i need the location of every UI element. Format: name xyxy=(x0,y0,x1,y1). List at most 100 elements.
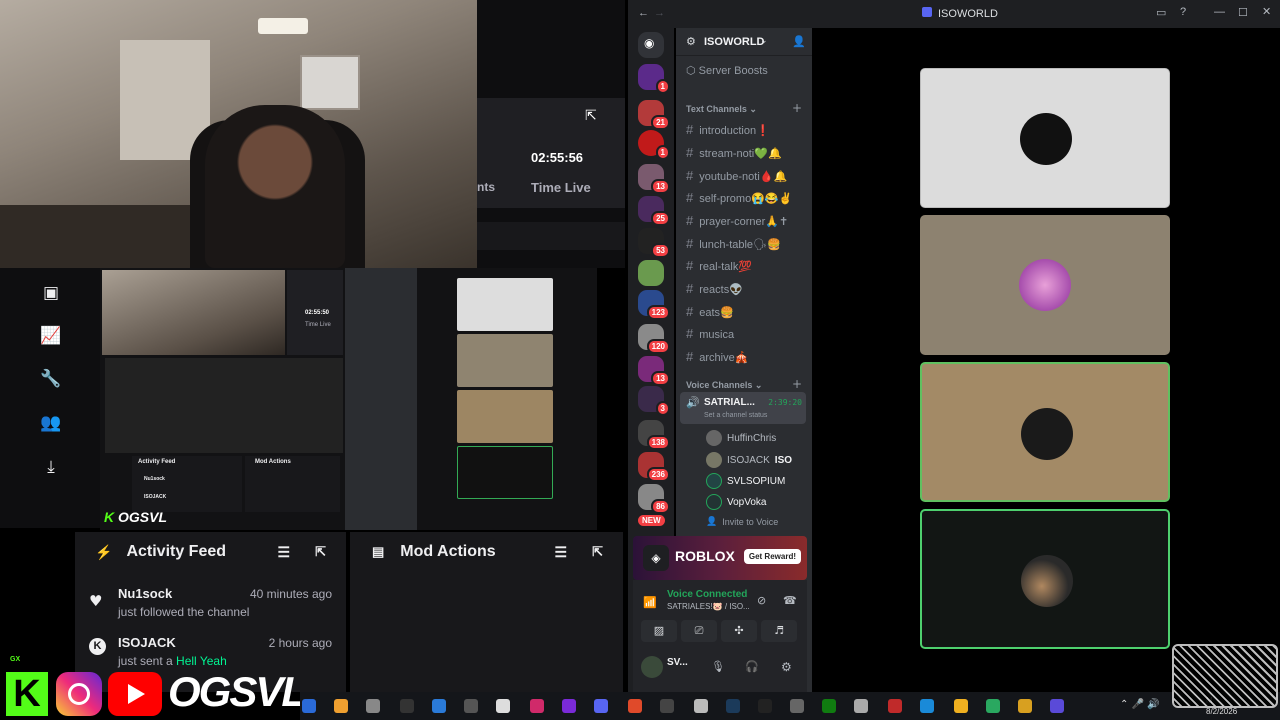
app-icon[interactable] xyxy=(496,699,510,713)
xbox-icon[interactable] xyxy=(822,699,836,713)
server-icon[interactable]: 123 xyxy=(638,290,670,320)
add-channel-icon[interactable]: + xyxy=(792,377,802,391)
app-icon[interactable] xyxy=(628,699,642,713)
server-icon[interactable]: 1 xyxy=(638,130,670,160)
analytics-icon[interactable]: 📈 xyxy=(40,325,62,347)
upload-icon[interactable]: ⤓ xyxy=(40,456,62,478)
channel-status[interactable]: Set a channel status xyxy=(704,412,767,419)
screen-share-button[interactable]: ⎚ xyxy=(681,620,717,642)
channel-stream-noti[interactable]: # stream-noti💚🔔 xyxy=(686,145,782,160)
wrench-icon[interactable]: 🔧 xyxy=(40,368,62,390)
add-member-icon[interactable]: 👤 xyxy=(792,35,806,48)
disconnect-icon[interactable]: ☎ xyxy=(783,594,797,607)
app-icon[interactable] xyxy=(530,699,544,713)
voice-user[interactable]: SVLSOPIUM xyxy=(706,473,785,489)
server-icon[interactable]: 236 xyxy=(638,452,670,482)
popout-icon[interactable]: ⇱ xyxy=(315,544,326,560)
channel-musica[interactable]: # musica xyxy=(686,326,734,341)
channel-prayer-corner[interactable]: # prayer-corner🙏✝ xyxy=(686,213,788,228)
invite-to-voice[interactable]: 👤 Invite to Voice xyxy=(706,516,778,527)
channel-real-talk[interactable]: # real-talk💯 xyxy=(686,258,752,273)
popout-icon[interactable]: ⇱ xyxy=(592,544,603,560)
voice-user[interactable]: VopVoka xyxy=(706,494,766,510)
app-icon[interactable] xyxy=(432,699,446,713)
noise-suppression-icon[interactable]: ⊘ xyxy=(757,594,766,607)
channel-introduction[interactable]: # introduction❗ xyxy=(686,122,770,137)
roblox-promo[interactable]: ◈ ROBLOX Get Reward! xyxy=(633,536,807,580)
app-icon[interactable] xyxy=(400,699,414,713)
filter-icon[interactable]: ☰ xyxy=(554,544,567,561)
edge-icon[interactable] xyxy=(920,699,934,713)
app-icon[interactable] xyxy=(366,699,380,713)
voice-user[interactable]: HuffinChris xyxy=(706,430,776,446)
server-icon[interactable]: 86 xyxy=(638,484,670,514)
channel-archive[interactable]: # archive🎪 xyxy=(686,349,748,364)
server-icon[interactable]: 21 xyxy=(638,100,670,130)
app-icon[interactable] xyxy=(464,699,478,713)
settings-gear-icon[interactable]: ⚙ xyxy=(781,660,792,674)
epic-games-icon[interactable] xyxy=(758,699,772,713)
app-icon[interactable] xyxy=(1050,699,1064,713)
filter-icon[interactable]: ☰ xyxy=(277,544,290,561)
voice-channel-satriales[interactable]: 🔊 SATRIAL... 2:39:20 Set a channel statu… xyxy=(680,392,806,424)
app-icon[interactable] xyxy=(954,699,968,713)
close-icon[interactable]: ✕ xyxy=(1262,5,1271,18)
channel-eats[interactable]: # eats🍔 xyxy=(686,304,734,319)
feed-user-name[interactable]: Nu1sock xyxy=(118,586,172,601)
app-icon[interactable] xyxy=(562,699,576,713)
app-icon[interactable] xyxy=(888,699,902,713)
back-arrow-icon[interactable]: ← xyxy=(638,7,649,19)
video-tile[interactable] xyxy=(920,215,1170,355)
server-header[interactable]: ⚙ ISOWORLD ⌄ 👤 xyxy=(676,28,812,56)
activities-button[interactable]: ✣ xyxy=(721,620,757,642)
avatar[interactable] xyxy=(641,656,663,678)
help-icon[interactable]: ? xyxy=(1180,6,1186,18)
server-icon[interactable]: 120 xyxy=(638,324,670,354)
server-icon[interactable]: 3 xyxy=(638,386,670,416)
video-tile-speaking[interactable] xyxy=(920,509,1170,649)
server-icon[interactable]: 53 xyxy=(638,228,670,258)
video-icon[interactable]: ▣ xyxy=(40,282,62,304)
app-icon[interactable] xyxy=(694,699,708,713)
category-text-channels[interactable]: Text Channels ⌄ xyxy=(686,104,757,115)
maximize-icon[interactable]: ☐ xyxy=(1238,6,1248,19)
channel-self-promo[interactable]: # self-promo😭😂✌ xyxy=(686,190,792,205)
video-tile-speaking[interactable] xyxy=(920,362,1170,502)
popout-icon[interactable]: ⇱ xyxy=(585,108,597,124)
app-icon[interactable] xyxy=(660,699,674,713)
discord-home-icon[interactable]: ◉ xyxy=(638,32,664,58)
channel-reacts[interactable]: # reacts👽 xyxy=(686,281,743,296)
app-icon[interactable] xyxy=(790,699,804,713)
folder-icon[interactable] xyxy=(334,699,348,713)
channel-youtube-noti[interactable]: # youtube-noti🩸🔔 xyxy=(686,168,787,183)
server-icon[interactable] xyxy=(638,260,664,286)
server-boosts[interactable]: ⬡ Server Boosts xyxy=(686,64,768,77)
add-channel-icon[interactable]: + xyxy=(792,101,802,115)
server-icon[interactable]: 138 xyxy=(638,420,670,450)
discord-taskbar-icon[interactable] xyxy=(594,699,608,713)
apple-icon[interactable] xyxy=(854,699,868,713)
server-icon[interactable]: 25 xyxy=(638,196,670,226)
forward-arrow-icon[interactable]: → xyxy=(654,7,665,19)
voice-connected-channel[interactable]: SATRIALES!🐷 / ISO... xyxy=(667,602,750,611)
server-icon[interactable]: 13 xyxy=(638,356,670,386)
category-voice-channels[interactable]: Voice Channels ⌄ xyxy=(686,380,762,391)
get-reward-button[interactable]: Get Reward! xyxy=(743,549,801,564)
server-icon[interactable]: 13 xyxy=(638,164,670,194)
channel-lunch-table[interactable]: # lunch-table🗣🍔 xyxy=(686,236,781,251)
feed-user-name[interactable]: ISOJACK xyxy=(118,635,176,650)
steam-icon[interactable] xyxy=(726,699,740,713)
voice-user[interactable]: ISOJACK ISO xyxy=(706,452,792,468)
server-icon[interactable]: 1 xyxy=(638,64,670,94)
user-manage-icon[interactable]: 👥 xyxy=(40,412,62,434)
inbox-icon[interactable]: ▭ xyxy=(1156,6,1166,19)
system-tray-icons[interactable]: ⌃ 🎤 🔊 xyxy=(1120,699,1160,710)
clock-date[interactable]: 8/2/2026 xyxy=(1206,707,1237,716)
app-icon[interactable] xyxy=(302,699,316,713)
soundboard-button[interactable]: ♬ xyxy=(761,620,797,642)
camera-off-button[interactable]: ▨ xyxy=(641,620,677,642)
app-icon[interactable] xyxy=(1018,699,1032,713)
minimize-icon[interactable]: — xyxy=(1214,6,1225,18)
app-icon[interactable] xyxy=(986,699,1000,713)
video-tile[interactable] xyxy=(920,68,1170,208)
